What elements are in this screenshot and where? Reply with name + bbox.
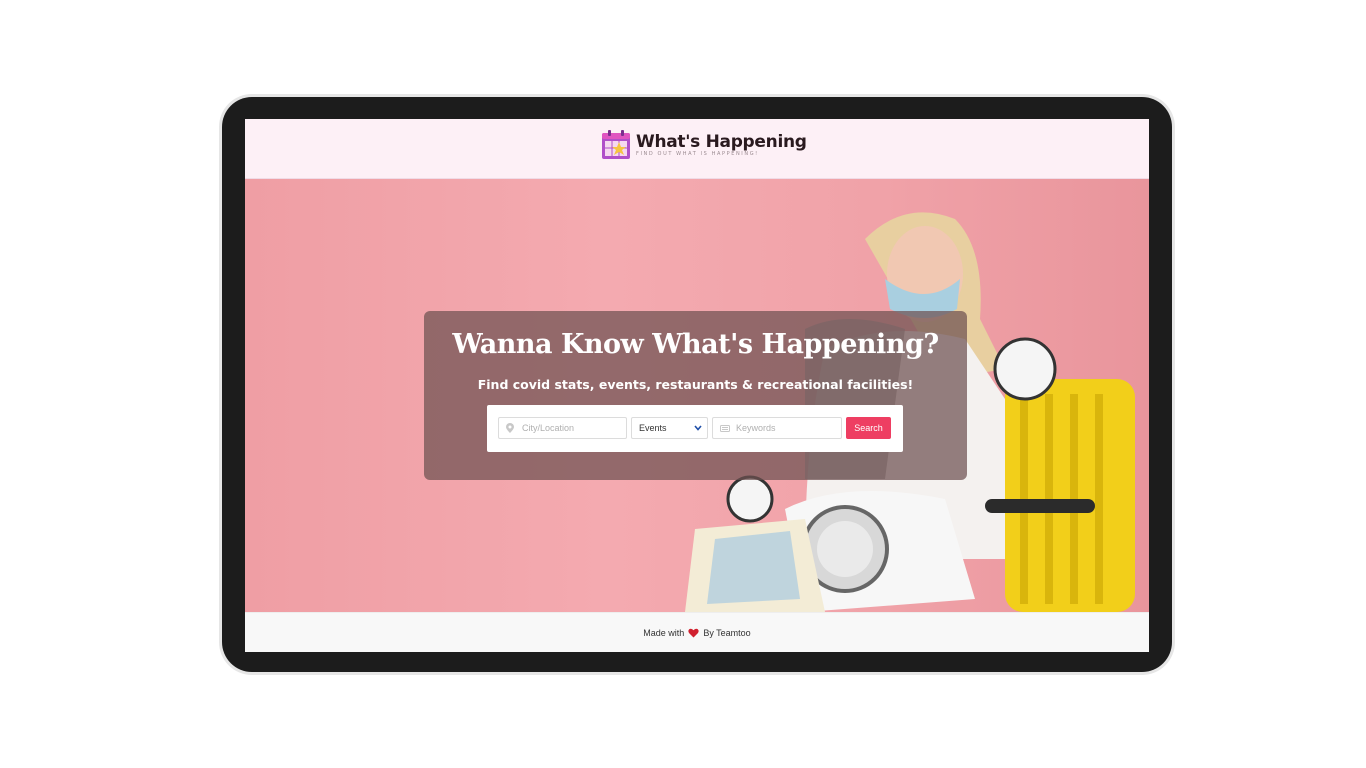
footer-credit: By Teamtoo xyxy=(703,628,751,638)
keywords-input[interactable]: Keywords xyxy=(712,417,842,439)
footer-made-with: Made with xyxy=(643,628,685,638)
logo-title: What's Happening xyxy=(636,132,807,152)
category-select[interactable]: Events xyxy=(631,417,708,439)
site-footer: Made with By Teamtoo xyxy=(245,612,1149,652)
chevron-down-icon xyxy=(694,425,702,431)
city-location-input[interactable]: City/Location xyxy=(498,417,627,439)
keywords-placeholder: Keywords xyxy=(736,423,776,433)
browser-screen: What's Happening FIND OUT WHAT IS HAPPEN… xyxy=(245,119,1149,652)
hero-subtitle: Find covid stats, events, restaurants & … xyxy=(477,377,914,392)
hero-section: Wanna Know What's Happening? Find covid … xyxy=(245,179,1149,612)
search-form: City/Location Events Keywords Search xyxy=(487,405,903,452)
category-selected-value: Events xyxy=(639,423,667,433)
heart-icon xyxy=(688,628,699,638)
hero-title: Wanna Know What's Happening? xyxy=(452,329,939,360)
hero-overlay: Wanna Know What's Happening? Find covid … xyxy=(424,311,967,480)
calendar-star-icon xyxy=(602,130,630,159)
site-header: What's Happening FIND OUT WHAT IS HAPPEN… xyxy=(245,119,1149,179)
search-button[interactable]: Search xyxy=(846,417,891,439)
keyboard-icon xyxy=(720,424,730,432)
site-logo[interactable]: What's Happening FIND OUT WHAT IS HAPPEN… xyxy=(601,130,807,160)
tablet-frame: What's Happening FIND OUT WHAT IS HAPPEN… xyxy=(222,97,1172,672)
city-placeholder: City/Location xyxy=(522,423,575,433)
location-pin-icon xyxy=(506,423,516,433)
